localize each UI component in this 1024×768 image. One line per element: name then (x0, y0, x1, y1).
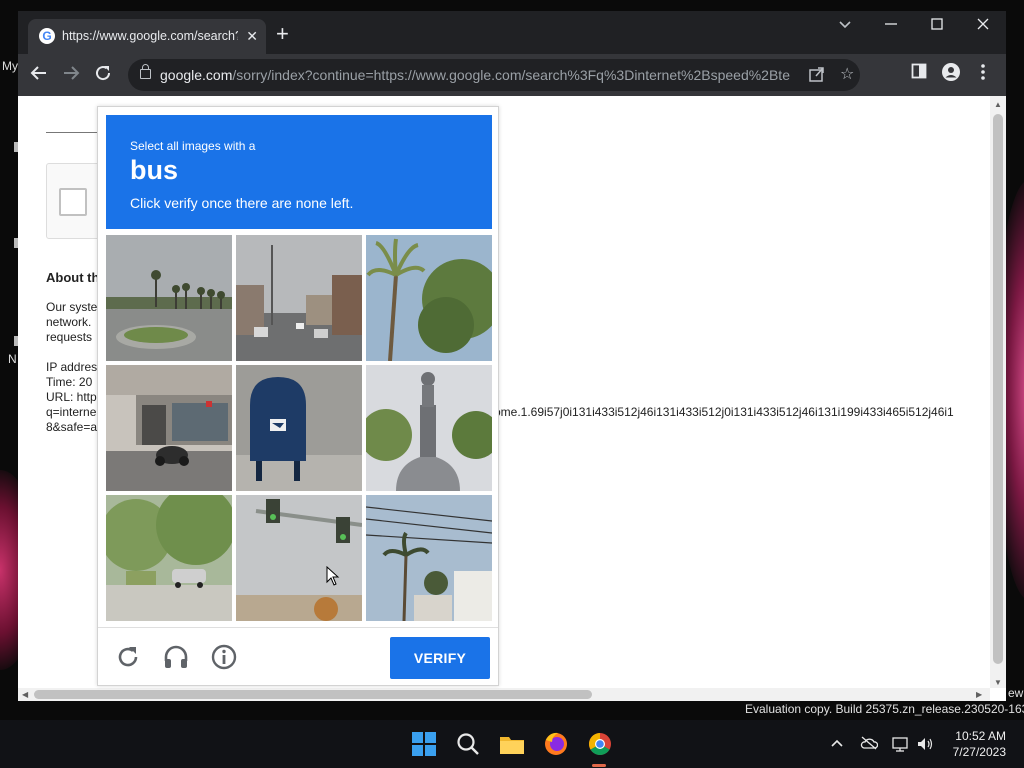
challenge-instruction: Click verify once there are none left. (130, 195, 354, 211)
scroll-up-arrow-icon[interactable]: ▲ (994, 100, 1002, 109)
menu-dots-icon[interactable] (980, 63, 986, 86)
url-query-line: q=interne (46, 405, 97, 419)
clock[interactable]: 10:52 AM 7/27/2023 (946, 728, 1006, 760)
url-safe-line: 8&safe=a (46, 420, 98, 434)
maximize-button[interactable] (930, 17, 944, 35)
search-icon[interactable] (452, 728, 484, 760)
ip-address-line: IP addres (46, 360, 98, 374)
captcha-tile[interactable] (106, 365, 232, 491)
captcha-tile[interactable] (106, 235, 232, 361)
horizontal-scroll-thumb[interactable] (34, 690, 592, 699)
taskbar: 10:52 AM 7/27/2023 (0, 720, 1024, 768)
captcha-tile[interactable] (106, 495, 232, 621)
watermark-fragment: ew (1008, 686, 1024, 700)
new-tab-button[interactable]: + (276, 23, 289, 45)
captcha-tile[interactable] (236, 365, 362, 491)
profile-icon[interactable] (942, 63, 960, 86)
recaptcha-challenge: Select all images with a bus Click verif… (97, 106, 499, 686)
info-icon[interactable] (210, 643, 242, 675)
tab-bar: G https://www.google.com/search? ✕ + (18, 11, 1006, 54)
headphones-icon[interactable] (162, 643, 194, 675)
horizontal-scrollbar[interactable]: ◀ ▶ (18, 688, 990, 701)
divider (98, 627, 498, 628)
reload-icon[interactable] (114, 643, 146, 675)
chevron-up-icon[interactable] (830, 736, 844, 753)
windows-start-icon[interactable] (408, 728, 440, 760)
captcha-tile[interactable] (366, 495, 492, 621)
firefox-icon[interactable] (540, 728, 572, 760)
desktop-icon-label: My (2, 59, 18, 73)
verify-button[interactable]: VERIFY (390, 637, 490, 679)
chrome-icon[interactable] (584, 728, 616, 760)
captcha-tile[interactable] (366, 235, 492, 361)
about-heading: About th (46, 270, 100, 285)
scroll-left-arrow-icon[interactable]: ◀ (22, 690, 28, 699)
scroll-down-arrow-icon[interactable]: ▼ (994, 678, 1002, 687)
scroll-right-arrow-icon[interactable]: ▶ (976, 690, 982, 699)
body-text-line: network. (46, 315, 92, 329)
back-button[interactable] (30, 64, 48, 86)
tab-title: https://www.google.com/search? (62, 29, 238, 43)
time-line: Time: 20 (46, 375, 93, 389)
captcha-tile[interactable] (236, 235, 362, 361)
desktop-icon-label: N (8, 352, 17, 366)
challenge-header: Select all images with a bus Click verif… (106, 115, 492, 229)
browser-toolbar: google.com/sorry/index?continue=https://… (18, 54, 1006, 96)
side-panel-icon[interactable] (911, 63, 927, 84)
close-tab-icon[interactable]: ✕ (246, 27, 258, 45)
onedrive-icon[interactable] (860, 736, 879, 753)
body-text-line: requests (46, 330, 93, 344)
address-bar[interactable]: google.com/sorry/index?continue=https://… (128, 59, 860, 91)
minimize-button[interactable] (884, 17, 898, 35)
chevron-down-icon[interactable] (838, 17, 852, 34)
url-text: google.com/sorry/index?continue=https://… (160, 67, 790, 83)
close-window-button[interactable] (976, 17, 990, 35)
google-favicon-icon: G (39, 28, 55, 44)
recaptcha-checkbox[interactable] (59, 188, 87, 216)
forward-button[interactable] (62, 64, 80, 86)
lock-icon[interactable] (140, 64, 151, 79)
mouse-cursor-icon (326, 565, 340, 586)
bookmark-star-icon[interactable]: ☆ (840, 64, 854, 84)
challenge-target: bus (130, 155, 179, 185)
active-app-indicator (592, 764, 606, 767)
clock-date: 7/27/2023 (952, 745, 1006, 759)
body-text-line: Our syste (46, 300, 98, 314)
vertical-scroll-thumb[interactable] (993, 114, 1003, 664)
browser-tab[interactable]: G https://www.google.com/search? ✕ (28, 19, 266, 54)
reload-button[interactable] (94, 64, 112, 86)
network-icon[interactable] (892, 736, 910, 755)
url-line: URL: http (46, 390, 97, 404)
captcha-tile[interactable] (366, 365, 492, 491)
captcha-tile[interactable] (236, 495, 362, 621)
challenge-prompt: Select all images with a (130, 139, 256, 153)
vertical-scrollbar[interactable]: ▲ ▼ (990, 96, 1006, 688)
file-explorer-icon[interactable] (496, 728, 528, 760)
volume-icon[interactable] (916, 736, 934, 755)
url-overflow-text: ome.1.69i57j0i131i433i512j46i131i433i512… (494, 405, 954, 419)
share-icon[interactable] (808, 65, 826, 88)
clock-time: 10:52 AM (955, 729, 1006, 743)
evaluation-watermark: Evaluation copy. Build 25375.zn_release.… (745, 702, 1024, 716)
